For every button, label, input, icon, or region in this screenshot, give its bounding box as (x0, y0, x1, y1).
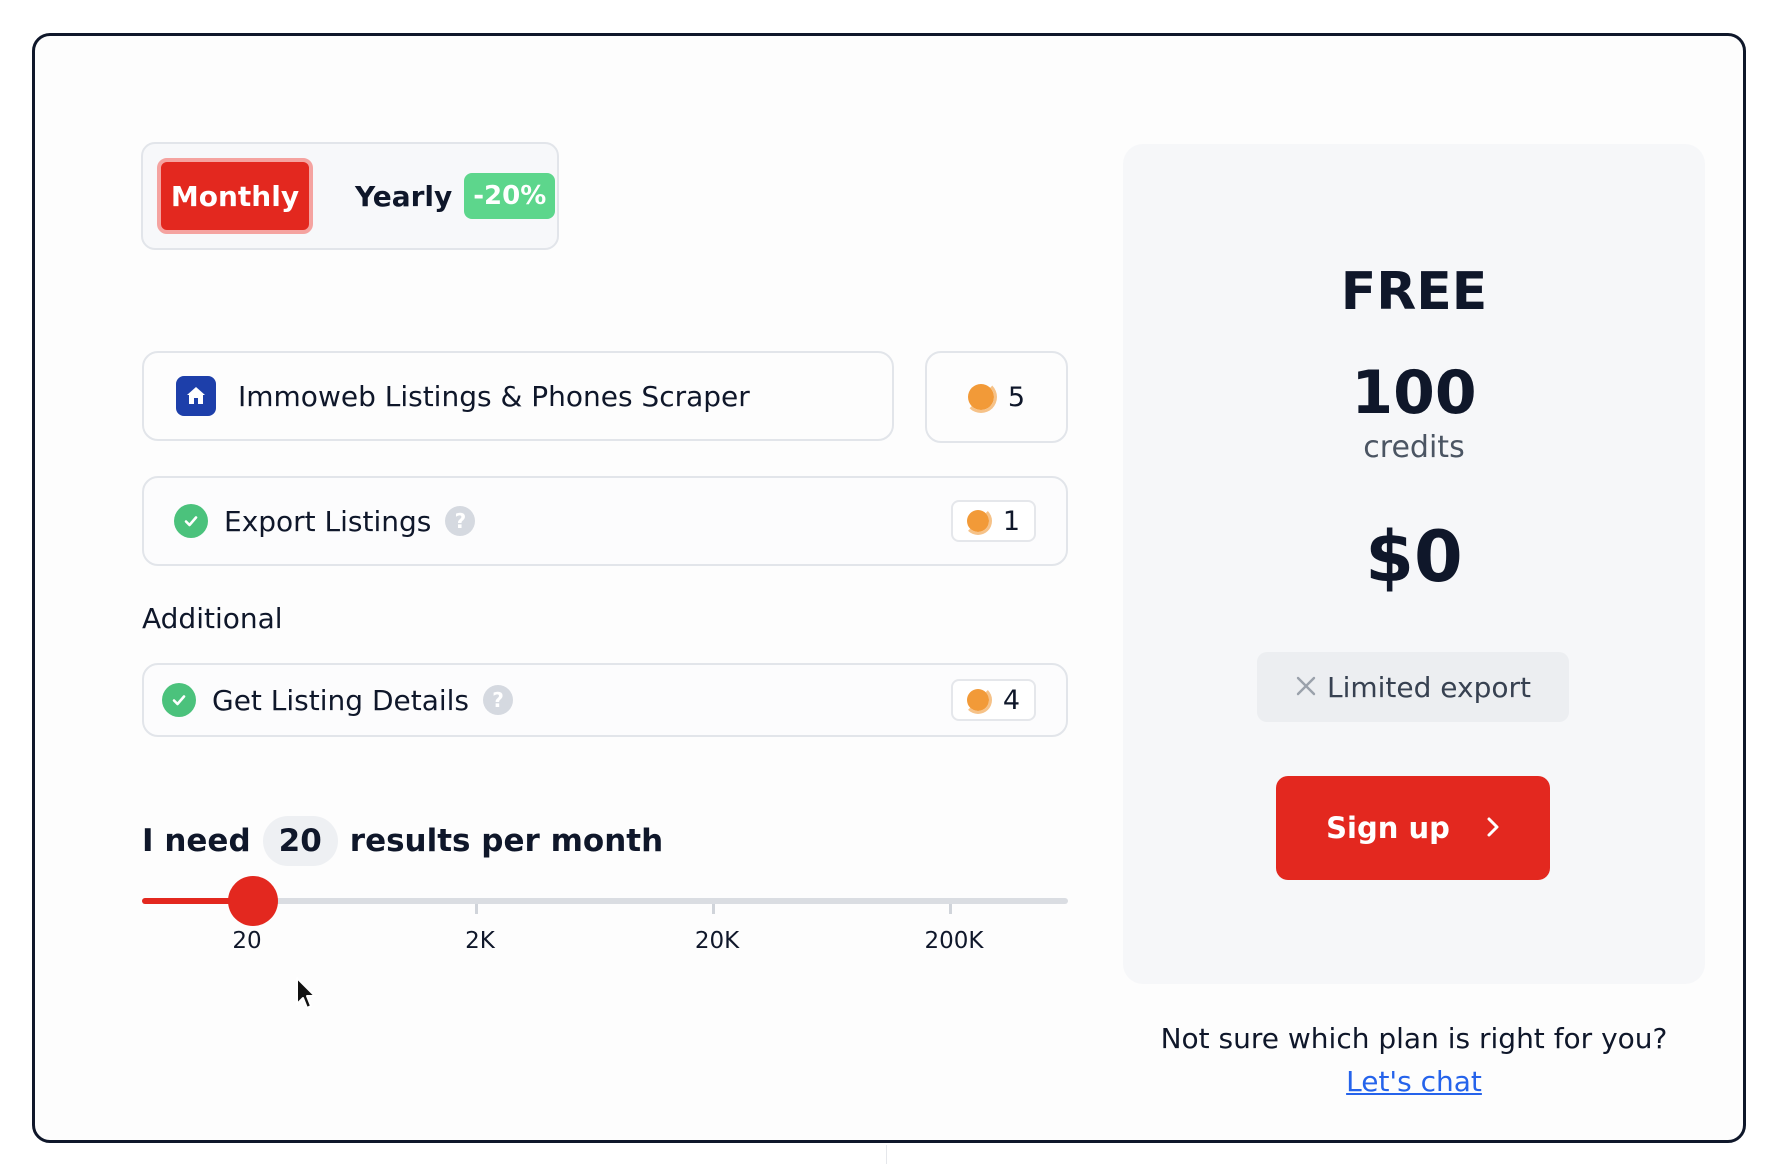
plan-card: FREE 100 credits $0 Limited export Sign … (1123, 144, 1705, 984)
billing-toggle: Monthly Yearly -20% (141, 142, 559, 250)
tick-label: 2K (465, 928, 495, 954)
slider-tick (475, 904, 478, 914)
actor-card: Immoweb Listings & Phones Scraper (142, 351, 894, 441)
mouse-cursor-icon (295, 976, 319, 1016)
sign-up-label: Sign up (1326, 811, 1450, 845)
results-slider[interactable]: 20 2K 20K 200K (142, 876, 1068, 954)
check-circle-icon (174, 504, 208, 538)
option-label: Export Listings (224, 504, 432, 538)
lets-chat-link[interactable]: Let's chat (1123, 1065, 1705, 1098)
tick-label: 200K (924, 928, 984, 954)
yearly-button[interactable]: Yearly -20% (343, 158, 567, 234)
divider (886, 1145, 887, 1164)
chevron-right-icon (1486, 811, 1500, 845)
tick-label: 20 (232, 928, 262, 954)
slider-tick (949, 904, 952, 914)
slider-track[interactable] (142, 898, 1068, 904)
close-icon (1295, 671, 1317, 704)
option-export-listings[interactable]: Export Listings ? 1 (142, 476, 1068, 566)
home-icon (176, 376, 216, 416)
option-cost: 1 (950, 500, 1036, 542)
option-cost-value: 1 (1002, 505, 1020, 537)
help-icon[interactable]: ? (483, 685, 514, 715)
results-count[interactable]: 20 (262, 816, 338, 866)
results-summary: I need 20 results per month (142, 816, 663, 866)
plan-limitation: Limited export (1257, 652, 1569, 722)
results-suffix: results per month (349, 823, 664, 859)
additional-heading: Additional (142, 602, 283, 635)
option-cost-value: 4 (1002, 684, 1020, 716)
actor-cost-value: 5 (1007, 381, 1026, 413)
plan-name: FREE (1340, 262, 1488, 322)
sign-up-button[interactable]: Sign up (1276, 776, 1550, 880)
results-prefix: I need (142, 823, 251, 859)
pricing-calculator: Monthly Yearly -20% Immoweb Listings & P… (32, 33, 1746, 1143)
actor-cost: 5 (925, 351, 1068, 443)
plan-credits-label: credits (1363, 430, 1465, 465)
monthly-button[interactable]: Monthly (157, 158, 313, 234)
coin-icon (964, 381, 997, 413)
plan-help-question: Not sure which plan is right for you? (1160, 1022, 1668, 1055)
plan-credits: 100 (1351, 358, 1477, 428)
coin-icon (963, 686, 992, 714)
slider-thumb[interactable] (228, 876, 278, 926)
tick-label: 20K (694, 928, 740, 954)
check-circle-icon (162, 683, 196, 717)
option-cost: 4 (950, 679, 1036, 721)
slider-tick (712, 904, 715, 914)
option-get-listing-details[interactable]: Get Listing Details ? 4 (142, 663, 1068, 737)
plan-price: $0 (1365, 516, 1463, 598)
plan-limitation-text: Limited export (1326, 670, 1531, 704)
help-icon[interactable]: ? (445, 506, 476, 536)
discount-badge: -20% (464, 173, 556, 219)
actor-name: Immoweb Listings & Phones Scraper (238, 379, 750, 413)
option-label: Get Listing Details (212, 683, 470, 717)
coin-icon (963, 507, 992, 535)
yearly-label: Yearly (355, 179, 453, 213)
